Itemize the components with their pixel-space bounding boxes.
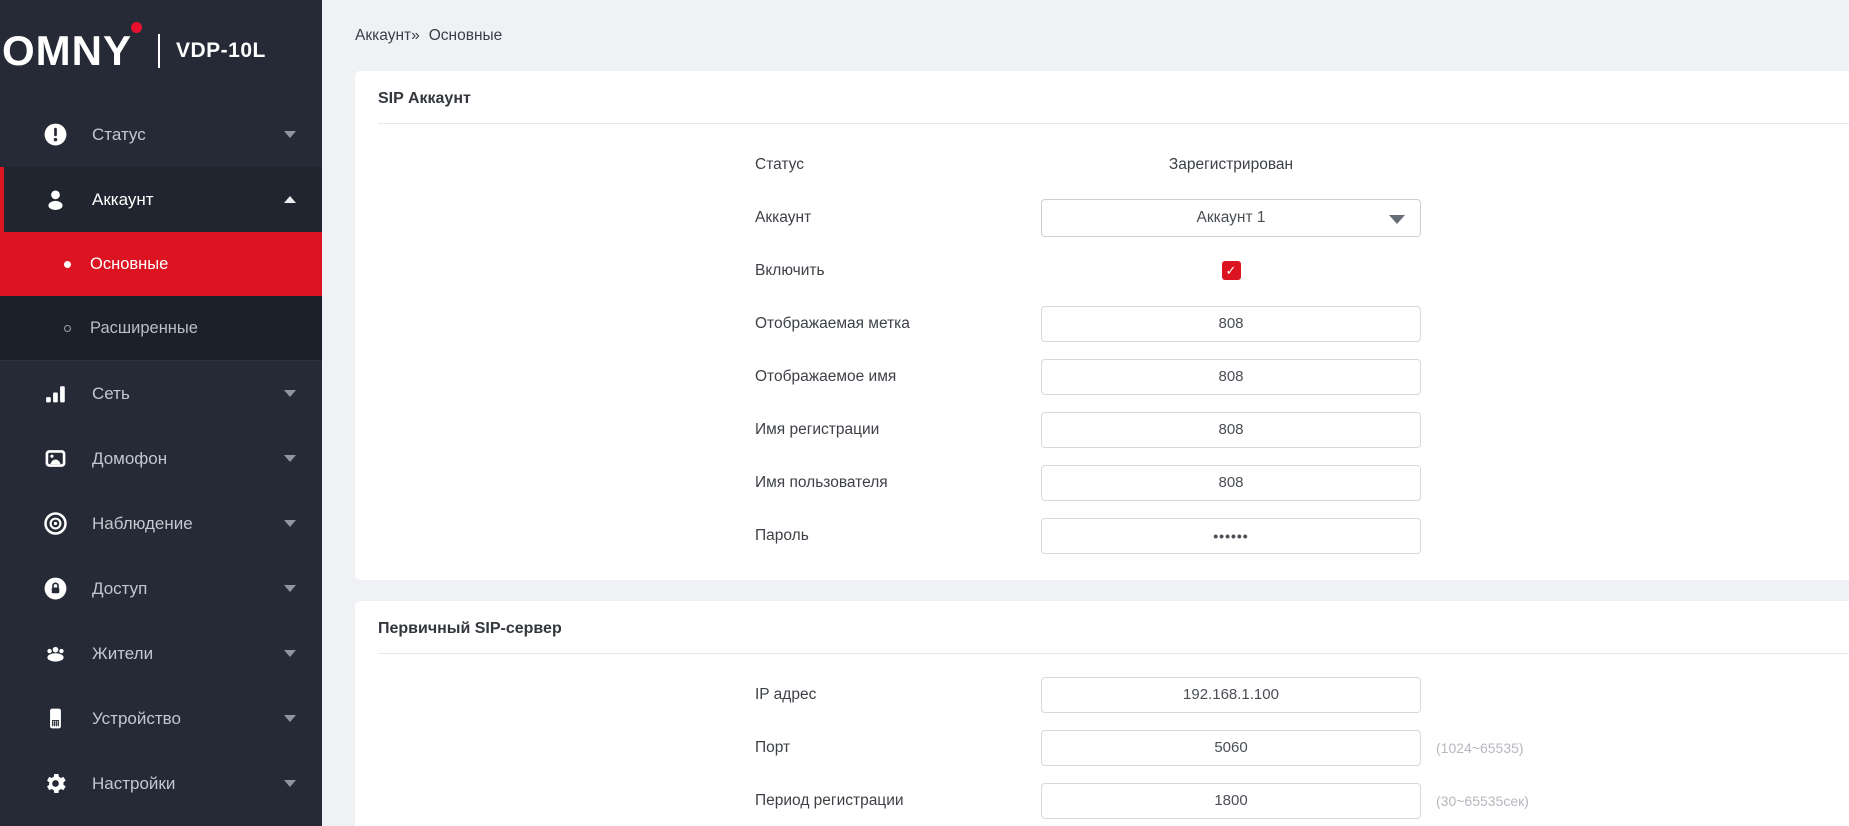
chevron-down-icon (284, 455, 296, 462)
sidebar-item-label: Устройство (92, 709, 284, 729)
status-icon (42, 122, 68, 148)
period-range-hint: (30~65535сек) (1436, 793, 1529, 809)
breadcrumb-account[interactable]: Аккаунт» (355, 27, 420, 45)
field-row-ip: IP адрес (355, 668, 1849, 721)
field-label: Аккаунт (755, 209, 1041, 227)
chevron-down-icon (284, 585, 296, 592)
sidebar-item-label: Наблюдение (92, 514, 284, 534)
sidebar-subitem-label: Основные (90, 255, 168, 274)
field-row-display-label: Отображаемая метка (355, 297, 1849, 350)
port-input[interactable] (1041, 730, 1421, 766)
sidebar-subitem-basic[interactable]: Основные (0, 232, 322, 296)
port-range-hint: (1024~65535) (1436, 740, 1524, 756)
field-label: Статус (755, 156, 1041, 174)
brand-red-dot-icon (131, 22, 142, 33)
status-value: Зарегистрирован (1041, 156, 1421, 174)
sip-account-card: SIP Аккаунт Статус Зарегистрирован Аккау… (355, 71, 1849, 580)
brand-model: VDP-10L (176, 39, 266, 63)
account-select[interactable]: Аккаунт 1 (1041, 199, 1421, 237)
field-row-account: Аккаунт Аккаунт 1 (355, 191, 1849, 244)
sidebar-item-label: Настройки (92, 774, 284, 794)
sidebar-item-label: Статус (92, 125, 284, 145)
surveillance-icon (42, 511, 68, 537)
field-label: Включить (755, 262, 1041, 280)
sidebar-item-surveillance[interactable]: Наблюдение (0, 491, 322, 556)
breadcrumb: Аккаунт» Основные (355, 0, 1849, 71)
field-label: Отображаемая метка (755, 315, 1041, 333)
sidebar-item-device[interactable]: Устройство (0, 686, 322, 751)
sip-server-card: Первичный SIP-сервер IP адрес Порт (1024… (355, 601, 1849, 826)
sidebar-subitem-label: Расширенные (90, 319, 198, 338)
select-arrow-icon (1389, 215, 1405, 224)
brand-logo: OMNY VDP-10L (0, 0, 322, 102)
sidebar-item-access[interactable]: Доступ (0, 556, 322, 621)
field-row-port: Порт (1024~65535) (355, 721, 1849, 774)
intercom-icon (42, 446, 68, 472)
sidebar-item-account[interactable]: Аккаунт (0, 167, 322, 232)
device-icon (42, 706, 68, 732)
account-icon (42, 187, 68, 213)
user-name-input[interactable] (1041, 465, 1421, 501)
bullet-open-icon (64, 325, 71, 332)
sidebar-item-network[interactable]: Сеть (0, 361, 322, 426)
residents-icon (42, 641, 68, 667)
field-label: Имя пользователя (755, 474, 1041, 492)
brand-name: OMNY (2, 30, 132, 72)
field-label: Отображаемое имя (755, 368, 1041, 386)
field-row-status: Статус Зарегистрирован (355, 138, 1849, 191)
account-submenu: Основные Расширенные (0, 232, 322, 361)
sidebar-item-label: Доступ (92, 579, 284, 599)
chevron-down-icon (284, 520, 296, 527)
access-icon (42, 576, 68, 602)
logo-divider (158, 34, 160, 68)
chevron-down-icon (284, 715, 296, 722)
sidebar-item-settings[interactable]: Настройки (0, 751, 322, 816)
chevron-down-icon (284, 780, 296, 787)
account-select-value: Аккаунт 1 (1196, 209, 1265, 227)
sidebar-item-intercom[interactable]: Домофон (0, 426, 322, 491)
field-row-display-name: Отображаемое имя (355, 350, 1849, 403)
display-name-input[interactable] (1041, 359, 1421, 395)
field-label: Период регистрации (755, 792, 1041, 810)
network-icon (42, 381, 68, 407)
field-row-register-period: Период регистрации (30~65535сек) (355, 774, 1849, 826)
chevron-up-icon (284, 196, 296, 203)
register-period-input[interactable] (1041, 783, 1421, 819)
enable-checkbox[interactable]: ✓ (1222, 261, 1241, 280)
chevron-down-icon (284, 131, 296, 138)
sidebar: OMNY VDP-10L Статус Аккаунт Основные Рас… (0, 0, 322, 826)
field-label: Порт (755, 739, 1041, 757)
field-label: IP адрес (755, 686, 1041, 704)
display-label-input[interactable] (1041, 306, 1421, 342)
sidebar-item-label: Домофон (92, 449, 284, 469)
sidebar-item-label: Сеть (92, 384, 284, 404)
main-content: Аккаунт» Основные SIP Аккаунт Статус Зар… (322, 0, 1849, 826)
sidebar-item-label: Аккаунт (92, 190, 284, 210)
sip-account-title: SIP Аккаунт (355, 71, 1849, 123)
sidebar-subitem-advanced[interactable]: Расширенные (0, 296, 322, 360)
sidebar-item-label: Жители (92, 644, 284, 664)
sidebar-item-residents[interactable]: Жители (0, 621, 322, 686)
field-row-enable: Включить ✓ (355, 244, 1849, 297)
field-label: Имя регистрации (755, 421, 1041, 439)
field-row-password: Пароль (355, 509, 1849, 562)
settings-icon (42, 771, 68, 797)
password-input[interactable] (1041, 518, 1421, 554)
field-row-register-name: Имя регистрации (355, 403, 1849, 456)
bullet-filled-icon (64, 261, 71, 268)
register-name-input[interactable] (1041, 412, 1421, 448)
field-label: Пароль (755, 527, 1041, 545)
chevron-down-icon (284, 650, 296, 657)
chevron-down-icon (284, 390, 296, 397)
field-row-user-name: Имя пользователя (355, 456, 1849, 509)
breadcrumb-basic: Основные (429, 27, 503, 45)
sidebar-item-status[interactable]: Статус (0, 102, 322, 167)
ip-address-input[interactable] (1041, 677, 1421, 713)
sip-server-title: Первичный SIP-сервер (355, 601, 1849, 653)
